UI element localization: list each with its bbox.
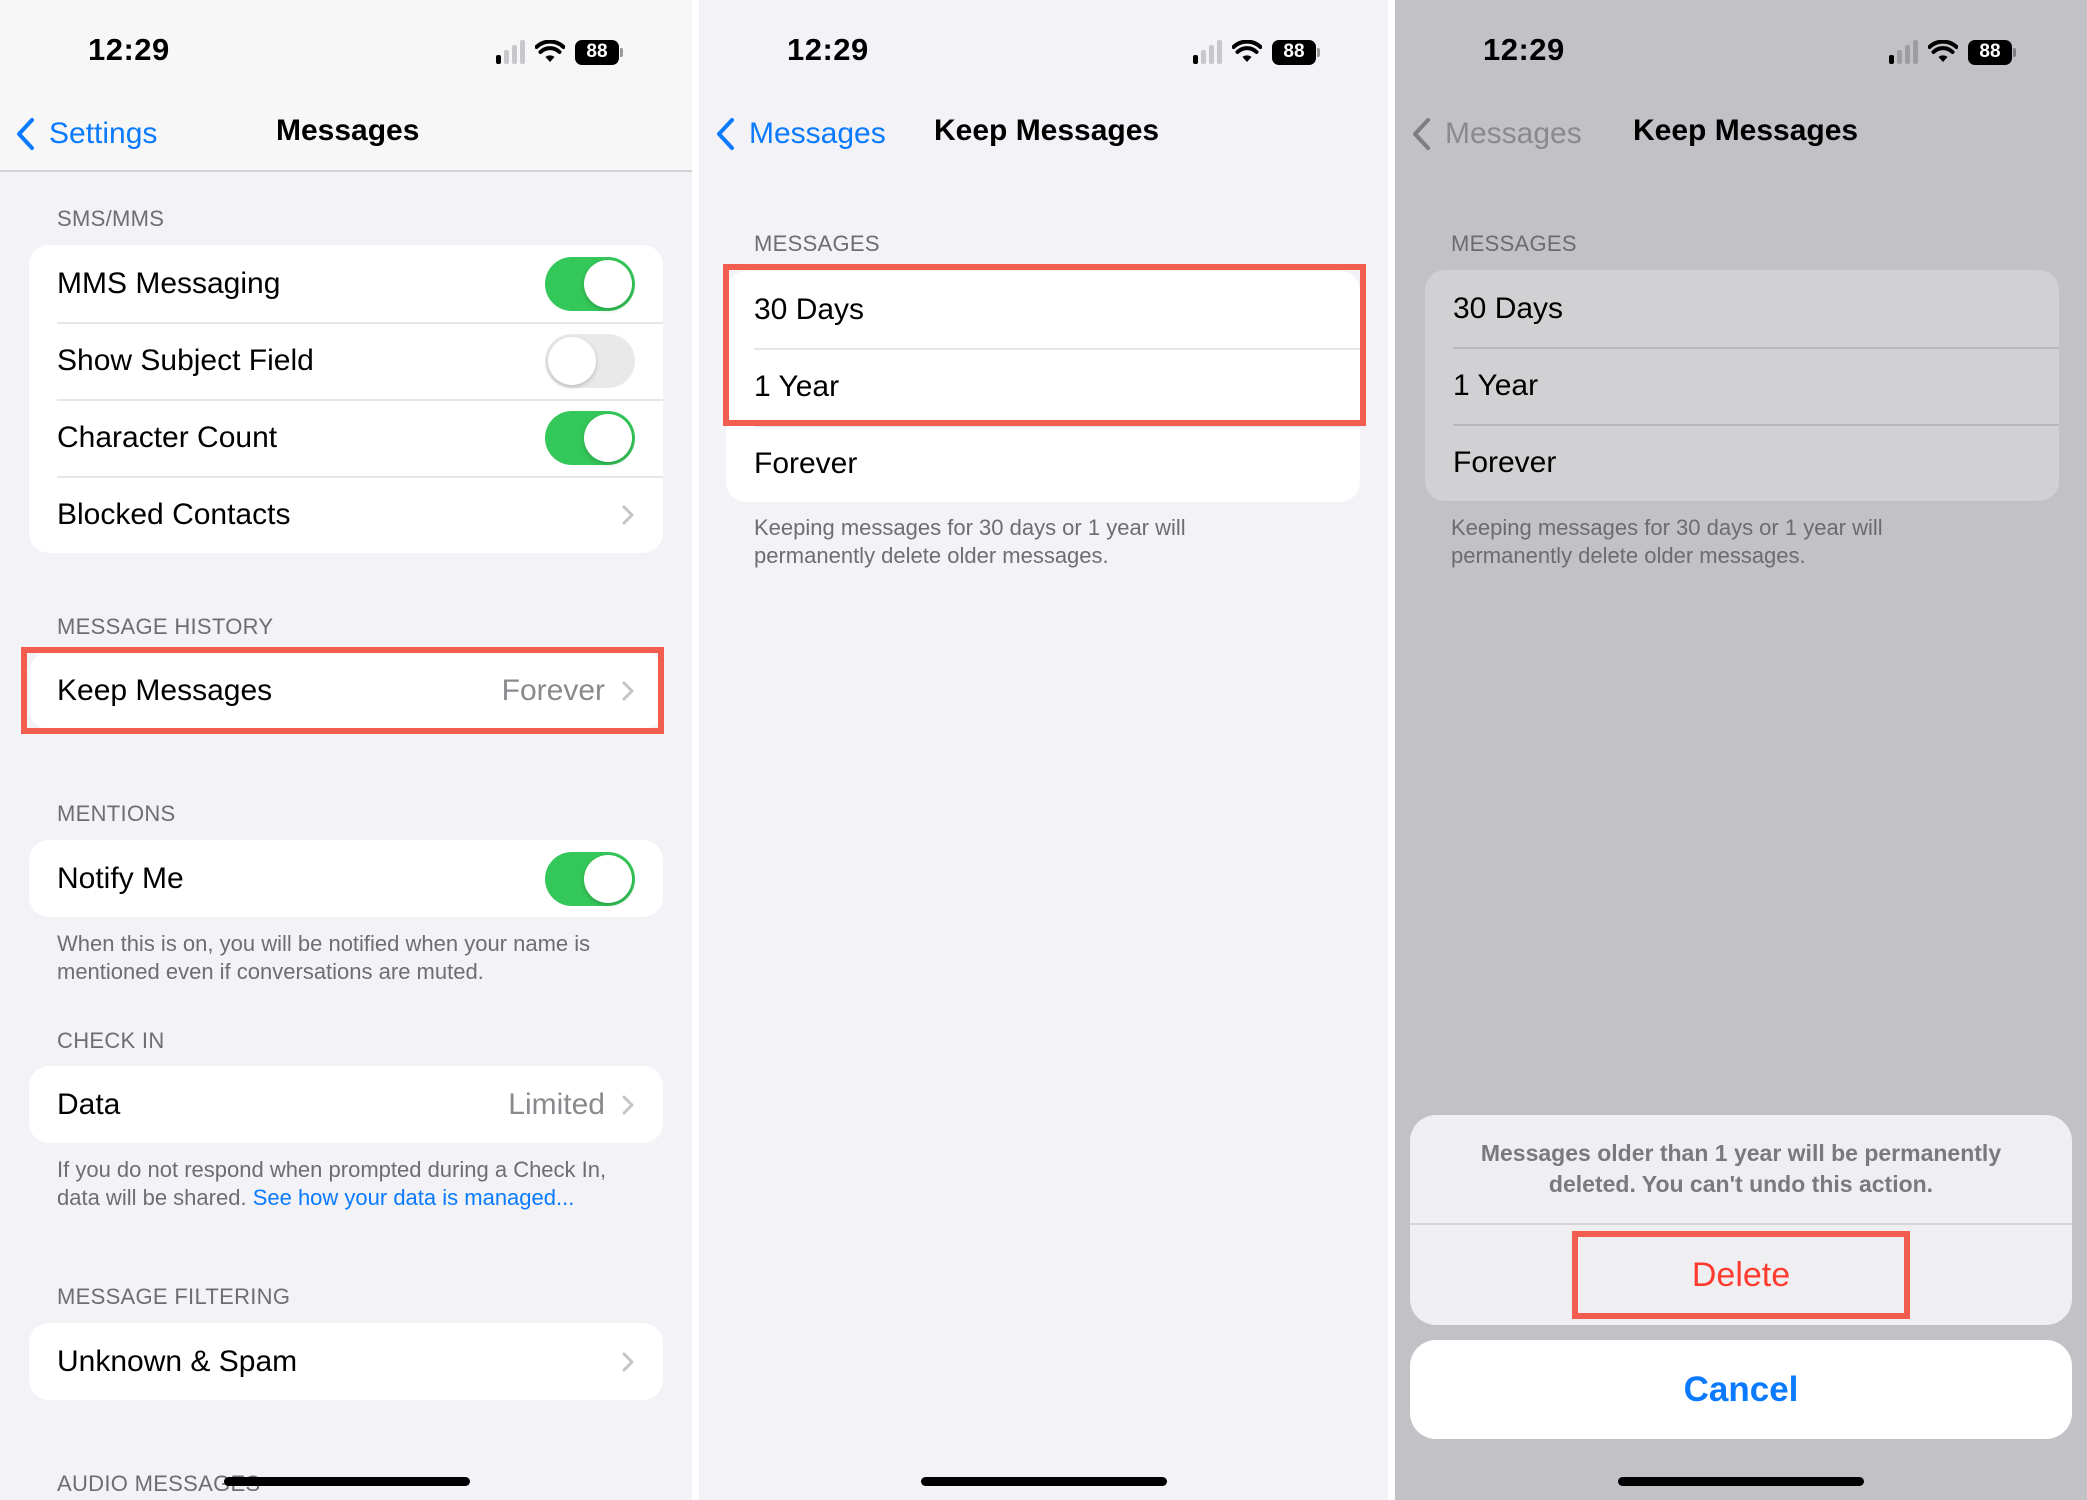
- back-button-messages[interactable]: Messages: [715, 112, 886, 156]
- battery-level: 88: [1968, 39, 2012, 65]
- section-header-check-in: CHECK IN: [57, 1028, 165, 1053]
- status-time: 12:29: [787, 32, 869, 67]
- messages-settings-screen: 12:29 88 Settings Messages SMS/MMS MMS M…: [0, 0, 692, 1500]
- row-label: Unknown & Spam: [57, 1344, 298, 1378]
- chevron-left-icon: [1413, 118, 1430, 150]
- option-label: Forever: [754, 446, 858, 480]
- page-title: Keep Messages: [1633, 114, 1859, 147]
- row-label: Character Count: [57, 420, 278, 454]
- keep-messages-options: 30 Days 1 Year Forever: [1425, 270, 2059, 501]
- mms-messaging-toggle[interactable]: [545, 256, 635, 311]
- data-row[interactable]: Data Limited: [29, 1066, 663, 1143]
- section-header-sms: SMS/MMS: [57, 206, 165, 231]
- mms-messaging-row[interactable]: MMS Messaging: [29, 245, 663, 322]
- row-label: Data: [57, 1087, 121, 1121]
- blocked-contacts-row[interactable]: Blocked Contacts: [29, 476, 663, 553]
- row-label: Notify Me: [57, 861, 184, 895]
- data-value: Limited: [508, 1087, 605, 1121]
- battery-icon: 88: [575, 39, 623, 65]
- delete-row: Delete: [1410, 1225, 2072, 1325]
- battery-icon: 88: [1968, 39, 2016, 65]
- section-header-messages: MESSAGES: [754, 231, 880, 256]
- cellular-signal-icon: [1889, 40, 1918, 64]
- back-label: Messages: [1445, 117, 1582, 150]
- wifi-icon: [1232, 40, 1262, 62]
- cellular-signal-icon: [1193, 40, 1222, 64]
- highlight-box-keep-messages: [21, 647, 664, 734]
- character-count-row[interactable]: Character Count: [29, 399, 663, 476]
- show-subject-field-toggle[interactable]: [545, 333, 635, 388]
- sms-settings-group: MMS Messaging Show Subject Field Charact…: [29, 245, 663, 553]
- option-forever[interactable]: Forever: [1425, 424, 2059, 501]
- wifi-icon: [535, 40, 565, 62]
- data-managed-link[interactable]: See how your data is managed...: [253, 1185, 575, 1210]
- action-sheet: Messages older than 1 year will be perma…: [1410, 1115, 2072, 1325]
- row-label: Show Subject Field: [57, 343, 314, 377]
- option-label: Forever: [1453, 445, 1557, 479]
- section-header-message-filtering: MESSAGE FILTERING: [57, 1284, 291, 1309]
- status-icons: 88: [1193, 38, 1320, 66]
- home-indicator[interactable]: [224, 1477, 470, 1486]
- option-30-days[interactable]: 30 Days: [1425, 270, 2059, 347]
- keep-messages-footer: Keeping messages for 30 days or 1 year w…: [754, 515, 1186, 568]
- notify-me-toggle[interactable]: [545, 851, 635, 906]
- chevron-left-icon: [717, 118, 734, 150]
- battery-icon: 88: [1272, 39, 1320, 65]
- action-sheet-message: Messages older than 1 year will be perma…: [1410, 1115, 2072, 1225]
- option-label: 30 Days: [1453, 291, 1564, 325]
- delete-confirmation-screen: 12:29 88 Messages Keep Messages MESSAGES…: [1395, 0, 2087, 1500]
- section-header-message-history: MESSAGE HISTORY: [57, 614, 274, 639]
- page-title: Messages: [276, 114, 420, 147]
- status-icons: 88: [496, 38, 623, 66]
- wifi-icon: [1928, 40, 1958, 62]
- mentions-group: Notify Me: [29, 840, 663, 917]
- back-button-settings[interactable]: Settings: [15, 112, 157, 156]
- back-button-messages[interactable]: Messages: [1411, 112, 1582, 156]
- back-label: Settings: [49, 117, 158, 150]
- section-header-messages: MESSAGES: [1451, 231, 1577, 256]
- section-header-mentions: MENTIONS: [57, 801, 176, 826]
- home-indicator[interactable]: [921, 1477, 1167, 1486]
- character-count-toggle[interactable]: [545, 410, 635, 465]
- chevron-right-icon: [622, 1095, 634, 1114]
- row-label: Blocked Contacts: [57, 497, 291, 531]
- check-in-footer: If you do not respond when prompted duri…: [57, 1156, 617, 1212]
- option-1-year[interactable]: 1 Year: [1425, 347, 2059, 424]
- battery-level: 88: [1272, 39, 1316, 65]
- notify-me-row[interactable]: Notify Me: [29, 840, 663, 917]
- option-label: 1 Year: [1453, 368, 1539, 402]
- status-icons: 88: [1889, 38, 2016, 66]
- show-subject-field-row[interactable]: Show Subject Field: [29, 322, 663, 399]
- status-time: 12:29: [1483, 32, 1565, 67]
- cancel-button[interactable]: Cancel: [1410, 1340, 2072, 1439]
- row-label: MMS Messaging: [57, 266, 281, 300]
- page-title: Keep Messages: [934, 114, 1160, 147]
- check-in-group: Data Limited: [29, 1066, 663, 1143]
- unknown-spam-row[interactable]: Unknown & Spam: [29, 1323, 663, 1400]
- home-indicator[interactable]: [1618, 1477, 1864, 1486]
- back-label: Messages: [749, 117, 886, 150]
- delete-button[interactable]: Delete: [1572, 1231, 1910, 1319]
- battery-level: 88: [575, 39, 619, 65]
- chevron-left-icon: [17, 118, 34, 150]
- message-filtering-group: Unknown & Spam: [29, 1323, 663, 1400]
- keep-messages-screen: 12:29 88 Messages Keep Messages MESSAGES…: [699, 0, 1388, 1500]
- cellular-signal-icon: [496, 40, 525, 64]
- chevron-right-icon: [622, 1352, 634, 1371]
- highlight-box-options: [723, 264, 1366, 426]
- chevron-right-icon: [622, 505, 634, 524]
- status-time: 12:29: [88, 32, 170, 67]
- option-forever[interactable]: Forever: [726, 425, 1360, 502]
- keep-messages-footer: Keeping messages for 30 days or 1 year w…: [1451, 515, 1883, 568]
- mentions-footer: When this is on, you will be notified wh…: [57, 931, 591, 984]
